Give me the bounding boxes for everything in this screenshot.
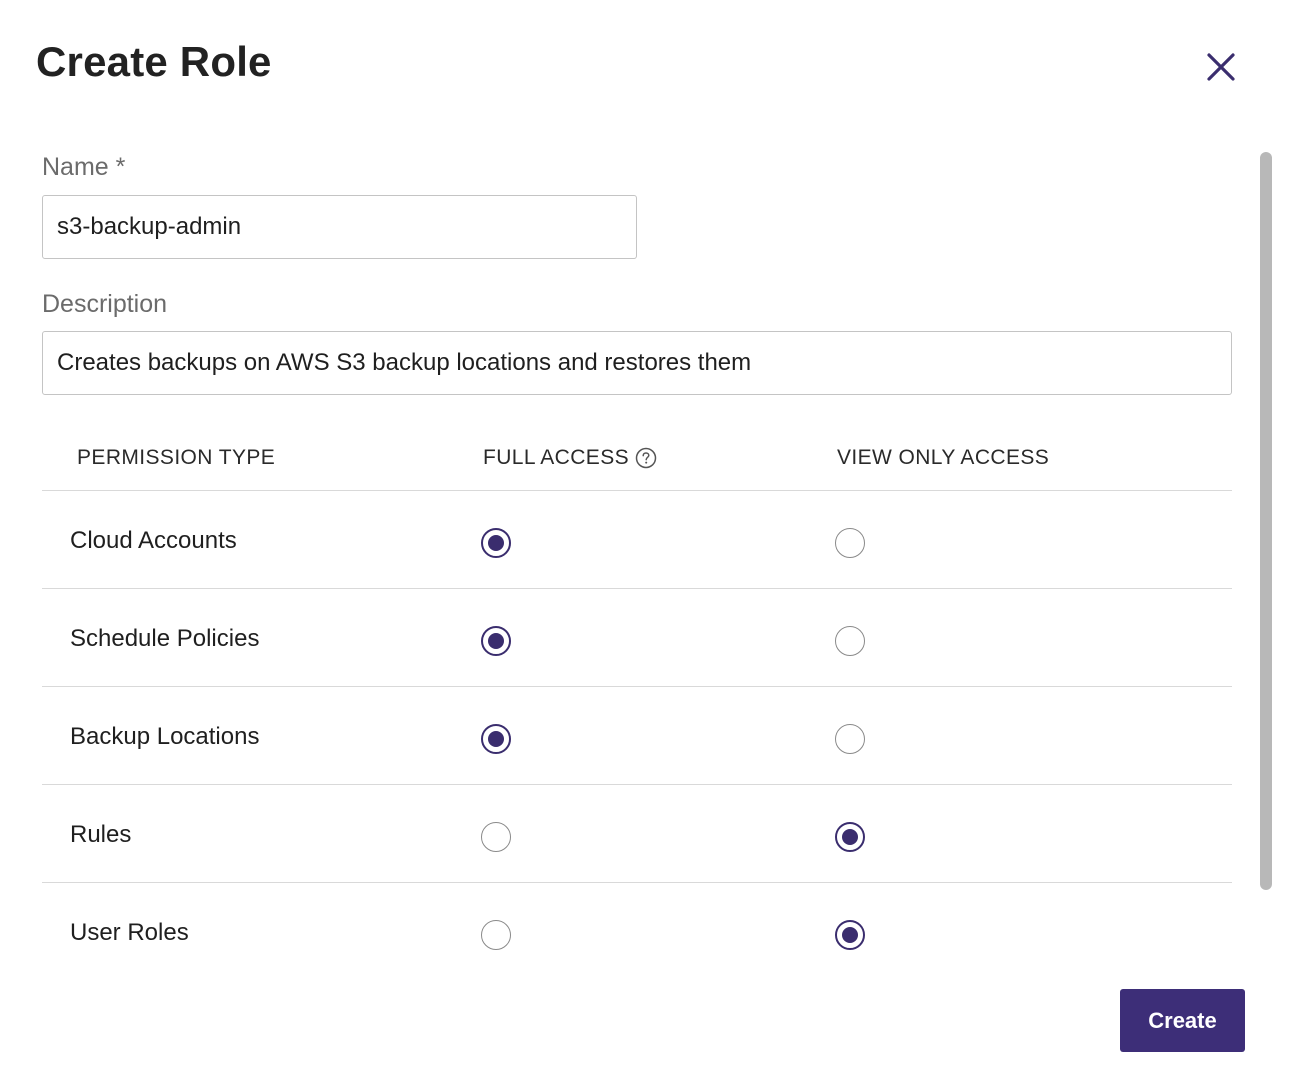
close-icon [1207, 53, 1235, 81]
view-only-access-radio[interactable] [835, 822, 865, 852]
full-access-radio[interactable] [481, 626, 511, 656]
create-button[interactable]: Create [1120, 989, 1245, 1052]
permission-row: Backup Locations [42, 687, 1232, 785]
header-permission-type: PERMISSION TYPE [77, 446, 276, 469]
view-only-access-radio[interactable] [835, 626, 865, 656]
permission-type-label: User Roles [70, 919, 189, 946]
scrollbar-thumb[interactable] [1260, 152, 1272, 890]
full-access-radio[interactable] [481, 724, 511, 754]
scrollbar[interactable] [1258, 152, 1274, 892]
permission-type-label: Cloud Accounts [70, 527, 237, 554]
permission-type-label: Rules [70, 821, 132, 848]
full-access-radio[interactable] [481, 528, 511, 558]
permission-type-label: Schedule Policies [70, 625, 260, 652]
header-full-access-label: FULL ACCESS [483, 446, 630, 469]
view-only-access-radio[interactable] [835, 920, 865, 950]
permissions-table: PERMISSION TYPE FULL ACCESS VIEW ONLY AC… [42, 420, 1232, 981]
name-label: Name * [42, 153, 126, 181]
full-access-radio[interactable] [481, 920, 511, 950]
view-only-access-radio[interactable] [835, 724, 865, 754]
permission-row: Schedule Policies [42, 589, 1232, 687]
full-access-radio[interactable] [481, 822, 511, 852]
permission-row: Cloud Accounts [42, 491, 1232, 589]
help-circle-icon[interactable] [635, 447, 657, 469]
view-only-access-radio[interactable] [835, 528, 865, 558]
permission-type-label: Backup Locations [70, 723, 260, 750]
name-input[interactable] [42, 195, 637, 259]
permission-row: User Roles [42, 883, 1232, 981]
header-full-access: FULL ACCESS [483, 446, 657, 470]
description-label: Description [42, 290, 168, 318]
permissions-table-header: PERMISSION TYPE FULL ACCESS VIEW ONLY AC… [42, 420, 1232, 491]
close-button[interactable] [1200, 46, 1242, 88]
description-input[interactable] [42, 331, 1232, 395]
dialog-title: Create Role [36, 38, 272, 85]
permission-row: Rules [42, 785, 1232, 883]
header-view-only-access: VIEW ONLY ACCESS [837, 446, 1050, 469]
permissions-rows: Cloud Accounts Schedule Policies Backup Lo… [42, 491, 1232, 981]
